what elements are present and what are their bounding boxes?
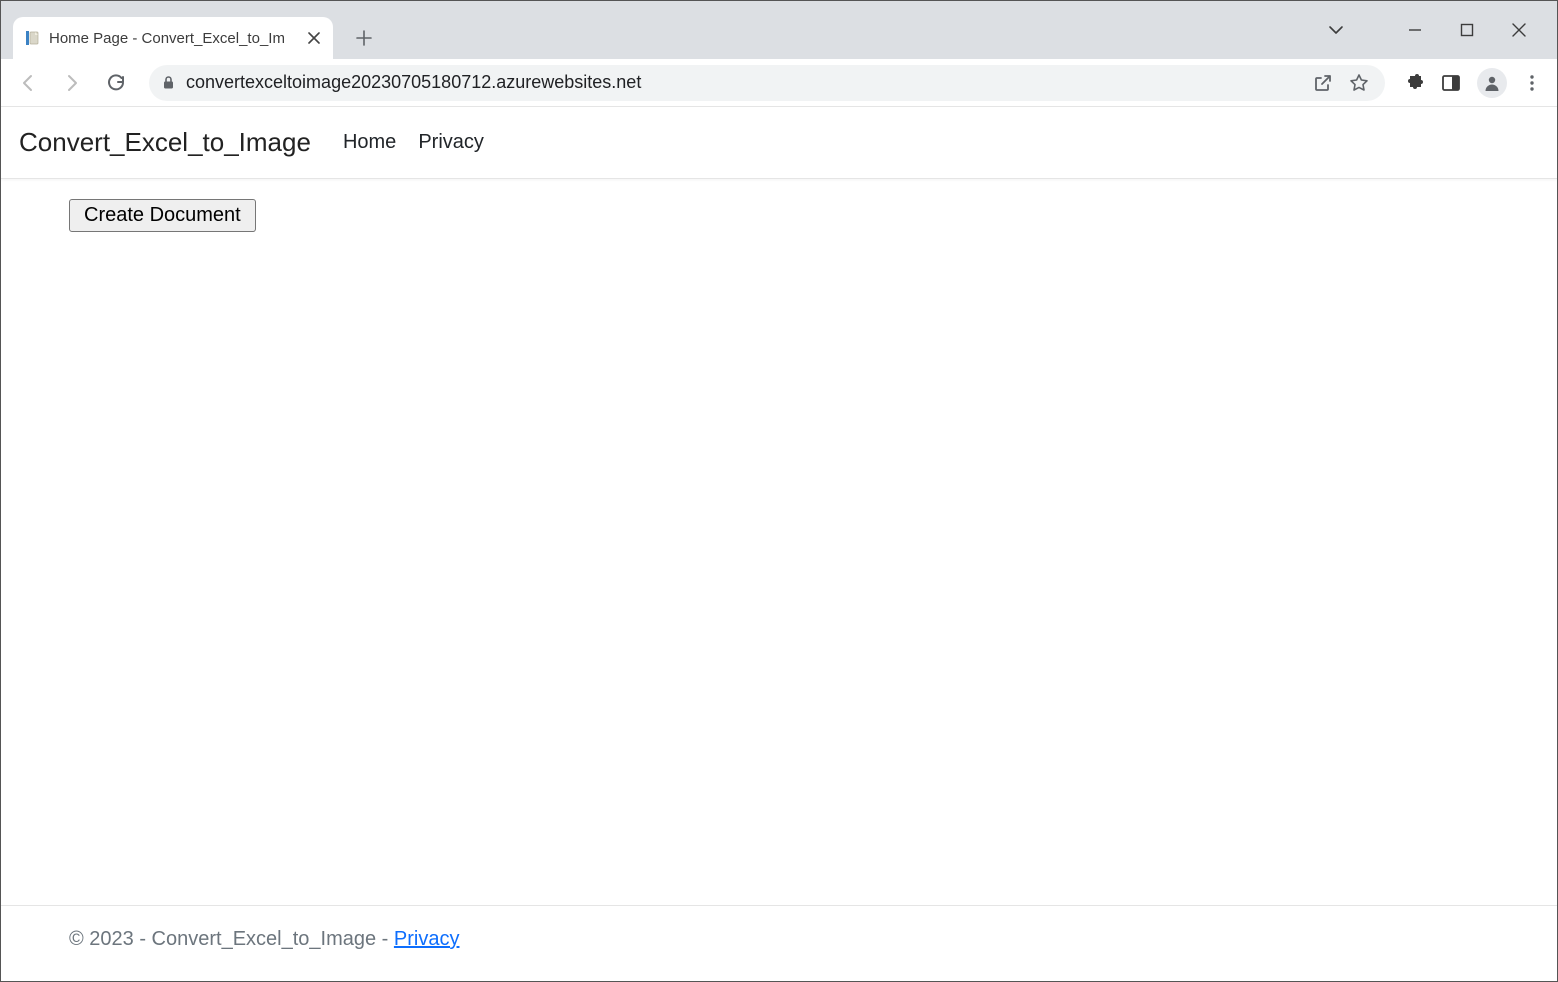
browser-tab-title: Home Page - Convert_Excel_to_Im — [49, 30, 297, 47]
create-document-button[interactable]: Create Document — [69, 199, 256, 232]
brand-title[interactable]: Convert_Excel_to_Image — [19, 127, 311, 158]
window-minimize-icon[interactable] — [1403, 18, 1427, 42]
url-text[interactable]: convertexceltoimage20230705180712.azurew… — [186, 72, 1303, 93]
page-viewport: Convert_Excel_to_Image Home Privacy Crea… — [1, 107, 1557, 981]
bookmark-star-icon[interactable] — [1349, 73, 1369, 93]
lock-icon — [161, 75, 176, 90]
extensions-puzzle-icon[interactable] — [1405, 73, 1425, 93]
close-tab-icon[interactable] — [305, 29, 323, 47]
browser-toolbar: convertexceltoimage20230705180712.azurew… — [1, 59, 1557, 107]
site-navbar: Convert_Excel_to_Image Home Privacy — [1, 107, 1557, 179]
toolbar-right — [1401, 68, 1547, 98]
nav-forward-icon[interactable] — [55, 66, 89, 100]
profile-avatar-icon[interactable] — [1477, 68, 1507, 98]
footer-privacy-link[interactable]: Privacy — [394, 928, 460, 950]
new-tab-button[interactable] — [347, 21, 381, 55]
page-favicon-icon — [23, 29, 41, 47]
page-footer: © 2023 - Convert_Excel_to_Image - Privac… — [1, 905, 1557, 981]
nav-back-icon[interactable] — [11, 66, 45, 100]
footer-text: © 2023 - Convert_Excel_to_Image - — [69, 928, 394, 950]
window-maximize-icon[interactable] — [1455, 18, 1479, 42]
browser-tab[interactable]: Home Page - Convert_Excel_to_Im — [13, 17, 333, 59]
browser-tabstrip: Home Page - Convert_Excel_to_Im — [1, 1, 1557, 59]
share-icon[interactable] — [1313, 73, 1333, 93]
kebab-menu-icon[interactable] — [1523, 74, 1541, 92]
window-close-icon[interactable] — [1507, 18, 1531, 42]
tab-search-dropdown-icon[interactable] — [1327, 1, 1345, 59]
address-bar[interactable]: convertexceltoimage20230705180712.azurew… — [149, 65, 1385, 101]
page-main: Create Document — [1, 179, 1557, 905]
side-panel-icon[interactable] — [1441, 73, 1461, 93]
nav-link-privacy[interactable]: Privacy — [418, 131, 484, 154]
window-controls — [1403, 1, 1557, 59]
nav-reload-icon[interactable] — [99, 66, 133, 100]
nav-link-home[interactable]: Home — [343, 131, 396, 154]
